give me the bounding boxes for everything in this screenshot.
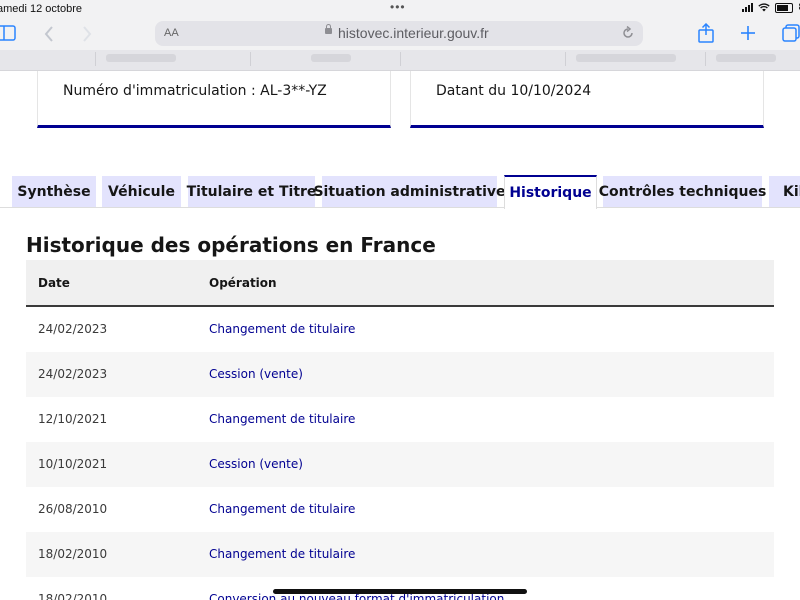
table-row: 24/02/2023 Changement de titulaire	[26, 307, 774, 352]
chevron-left-icon[interactable]	[44, 26, 54, 42]
registration-card: Numéro d'immatriculation : AL-3**-YZ	[37, 71, 391, 128]
report-date-card: Datant du 10/10/2024	[410, 71, 764, 128]
status-bar: amedi 12 octobre ••• 8	[0, 0, 800, 18]
row-date: 24/02/2023	[38, 322, 108, 336]
battery-icon	[775, 2, 794, 13]
share-icon[interactable]	[698, 23, 714, 43]
browser-tab-strip	[0, 50, 800, 71]
tab-synthese[interactable]: Synthèse	[12, 176, 96, 208]
home-indicator[interactable]	[273, 589, 527, 594]
tab-historique[interactable]: Historique	[504, 175, 597, 209]
row-operation: Changement de titulaire	[209, 322, 356, 336]
row-date: 12/10/2021	[38, 412, 108, 426]
table-row: 26/08/2010 Changement de titulaire	[26, 487, 774, 532]
reload-icon[interactable]	[621, 26, 635, 40]
row-date: 10/10/2021	[38, 457, 108, 471]
multitasking-dots-icon[interactable]: •••	[390, 0, 406, 14]
row-operation: Changement de titulaire	[209, 502, 356, 516]
wifi-icon	[758, 3, 771, 12]
browser-tab[interactable]	[400, 52, 561, 66]
table-header: Date Opération	[26, 260, 774, 307]
plus-icon[interactable]	[740, 25, 756, 41]
lock-icon	[325, 24, 332, 34]
tab-panel-divider	[0, 207, 800, 208]
row-date: 24/02/2023	[38, 367, 108, 381]
browser-tab[interactable]	[705, 52, 800, 66]
report-date: Datant du 10/10/2024	[436, 83, 592, 99]
table-row: 10/10/2021 Cession (vente)	[26, 442, 774, 487]
tab-vehicule[interactable]: Véhicule	[102, 176, 181, 208]
column-header-operation: Opération	[209, 276, 277, 290]
tabs-icon[interactable]	[782, 24, 800, 42]
status-time: amedi 12 octobre	[0, 3, 82, 15]
sidebar-icon[interactable]	[0, 25, 16, 41]
tab-kilometrage[interactable]: Kilo	[769, 176, 800, 208]
browser-tab[interactable]	[250, 52, 401, 66]
status-indicators: 8	[742, 2, 800, 13]
row-operation: Changement de titulaire	[209, 412, 356, 426]
cellular-signal-icon	[742, 3, 754, 12]
row-operation: Cession (vente)	[209, 457, 303, 471]
browser-toolbar: AA histovec.interieur.gouv.fr	[0, 18, 800, 50]
tab-controles-techniques[interactable]: Contrôles techniques	[599, 176, 766, 208]
row-date: 18/02/2010	[38, 547, 108, 561]
row-operation: Cession (vente)	[209, 367, 303, 381]
table-row: 24/02/2023 Cession (vente)	[26, 352, 774, 397]
row-operation: Changement de titulaire	[209, 547, 356, 561]
chevron-right-icon[interactable]	[82, 26, 92, 42]
tab-situation-administrative[interactable]: Situation administrative	[313, 176, 506, 208]
browser-tab[interactable]	[95, 52, 246, 66]
web-page: Numéro d'immatriculation : AL-3**-YZ Dat…	[0, 71, 800, 600]
text-size-button[interactable]: AA	[164, 27, 179, 39]
tab-titulaire-et-titre[interactable]: Titulaire et Titre	[187, 176, 316, 208]
table-row: 12/10/2021 Changement de titulaire	[26, 397, 774, 442]
url-text[interactable]: histovec.interieur.gouv.fr	[338, 25, 489, 41]
table-row: 18/02/2010 Changement de titulaire	[26, 532, 774, 577]
address-bar[interactable]: AA histovec.interieur.gouv.fr	[155, 21, 643, 46]
section-title: Historique des opérations en France	[26, 233, 436, 257]
registration-number: Numéro d'immatriculation : AL-3**-YZ	[63, 83, 327, 99]
row-date: 18/02/2010	[38, 592, 108, 600]
browser-tab[interactable]	[565, 52, 706, 66]
operations-table: Date Opération 24/02/2023 Changement de …	[26, 260, 774, 600]
row-date: 26/08/2010	[38, 502, 108, 516]
column-header-date: Date	[38, 276, 70, 290]
